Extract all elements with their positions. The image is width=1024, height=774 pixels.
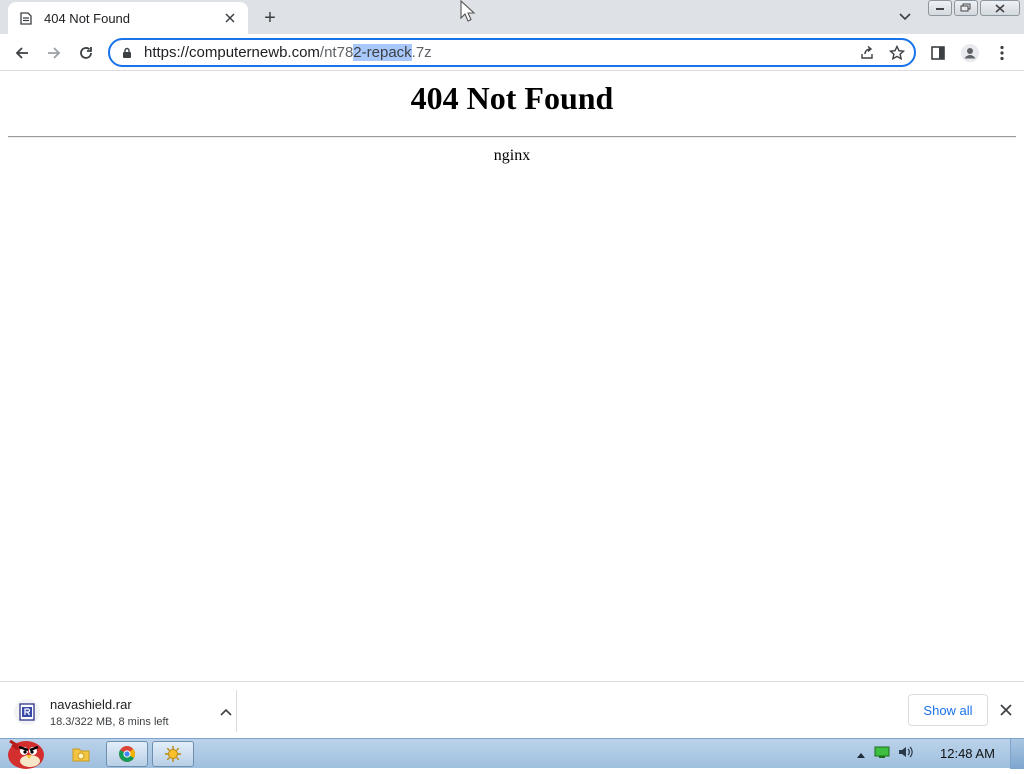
url-path-end: .7z — [411, 44, 432, 61]
taskbar-clock[interactable]: 12:48 AM — [940, 746, 995, 761]
browser-toolbar: https://computernewb.com/nt782-repack.7z — [0, 34, 1024, 71]
tray-expand-icon[interactable] — [856, 746, 866, 764]
address-bar[interactable]: https://computernewb.com/nt782-repack.7z — [108, 38, 916, 67]
server-signature: nginx — [493, 147, 531, 164]
explorer-folder-icon[interactable] — [68, 741, 94, 767]
download-item[interactable]: navashield.rar 18.3/322 MB, 8 mins left — [14, 692, 236, 732]
app-sun-icon[interactable] — [152, 741, 194, 767]
forward-arrow-icon[interactable] — [41, 40, 67, 66]
url-host: https://computernewb.com — [144, 44, 320, 61]
page-content: 404 Not Found nginx — [0, 72, 1024, 681]
volume-speaker-icon[interactable] — [898, 745, 914, 764]
reload-icon[interactable] — [73, 40, 99, 66]
show-desktop-button[interactable] — [1010, 739, 1024, 769]
mouse-cursor-icon — [460, 0, 476, 24]
side-panel-icon[interactable] — [925, 40, 951, 66]
system-tray — [856, 745, 914, 764]
menu-kebab-icon[interactable] — [989, 40, 1015, 66]
tab-search-chevron-icon[interactable] — [896, 8, 914, 26]
new-tab-button[interactable]: + — [258, 6, 282, 30]
tab-title: 404 Not Found — [44, 10, 131, 26]
tab-close-icon[interactable] — [222, 10, 238, 26]
network-icon[interactable] — [874, 745, 890, 764]
download-shelf: navashield.rar 18.3/322 MB, 8 mins left … — [0, 681, 1024, 738]
archive-file-icon — [14, 699, 40, 725]
show-all-button[interactable]: Show all — [908, 694, 988, 726]
back-arrow-icon[interactable] — [9, 40, 35, 66]
chevron-up-icon[interactable] — [216, 702, 236, 722]
close-window-button[interactable] — [980, 0, 1020, 16]
window-controls — [928, 0, 1020, 18]
browser-tab[interactable]: 404 Not Found — [8, 2, 248, 34]
tab-strip: 404 Not Found + — [0, 0, 1024, 34]
shelf-divider — [236, 690, 237, 732]
url-path: /nt78 — [319, 44, 354, 61]
horizontal-rule — [8, 136, 1016, 138]
share-icon[interactable] — [856, 43, 878, 63]
bookmark-star-icon[interactable] — [886, 43, 908, 63]
lock-icon[interactable] — [120, 46, 134, 60]
profile-avatar-icon[interactable] — [957, 40, 983, 66]
close-shelf-icon[interactable] — [996, 700, 1016, 720]
url-selection: 2-repack — [353, 44, 412, 61]
page-title: 404 Not Found — [410, 80, 614, 116]
download-filename: navashield.rar — [50, 696, 132, 712]
minimize-button[interactable] — [928, 0, 952, 16]
taskbar: 12:48 AM — [0, 738, 1024, 769]
start-button-bird-icon[interactable] — [2, 731, 50, 769]
url-text[interactable]: https://computernewb.com/nt782-repack.7z — [144, 44, 432, 61]
chrome-taskbar-icon[interactable] — [106, 741, 148, 767]
restore-button[interactable] — [954, 0, 978, 16]
document-favicon-icon — [18, 10, 34, 26]
download-status: 18.3/322 MB, 8 mins left — [50, 715, 169, 728]
